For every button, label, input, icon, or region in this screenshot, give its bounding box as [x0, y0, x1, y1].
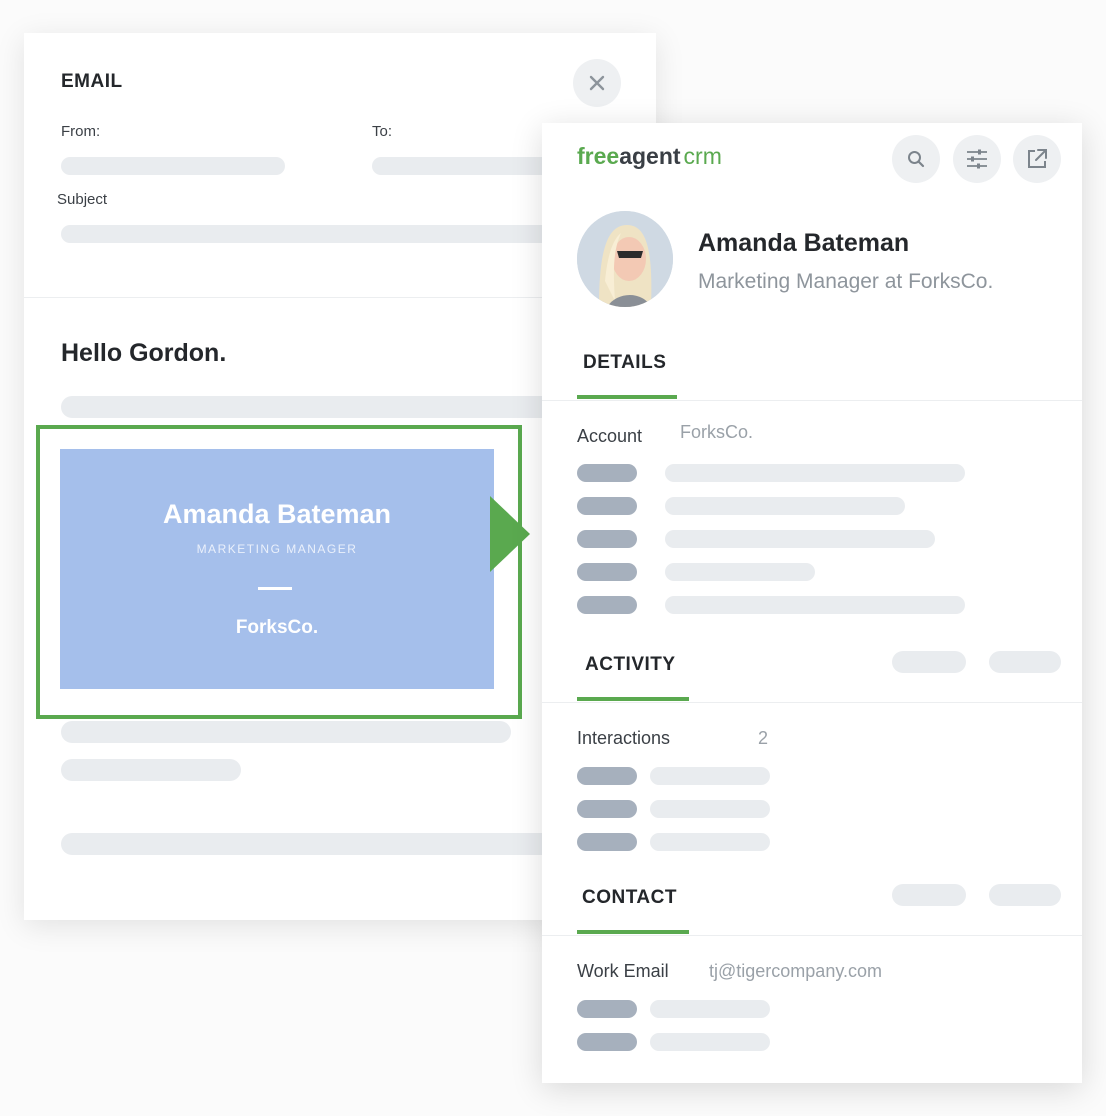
- field-value-placeholder: [650, 1033, 770, 1051]
- field-value-placeholder: [665, 464, 965, 482]
- interactions-count: 2: [758, 728, 769, 748]
- body-line: [61, 759, 241, 781]
- card-divider: [258, 587, 292, 590]
- field-value-placeholder: [665, 596, 965, 614]
- contact-underline: [577, 930, 689, 934]
- arrow-right-icon: [490, 496, 530, 572]
- business-card: Amanda Bateman MARKETING MANAGER ForksCo…: [60, 449, 494, 689]
- work-email-value[interactable]: tj@tigercompany.com: [709, 961, 882, 982]
- field-value-placeholder: [665, 497, 905, 515]
- field-value-placeholder: [665, 530, 935, 548]
- tab-contact[interactable]: CONTACT: [582, 887, 677, 909]
- crm-panel: freeagent crm Amanda Bateman Marketing M…: [542, 123, 1082, 1083]
- contact-action-placeholder[interactable]: [892, 884, 966, 906]
- close-button[interactable]: [573, 59, 621, 107]
- field-value-placeholder: [650, 800, 770, 818]
- sliders-icon: [967, 149, 987, 169]
- field-value-placeholder: [650, 833, 770, 851]
- subject-field[interactable]: [61, 225, 572, 243]
- open-external-button[interactable]: [1013, 135, 1061, 183]
- field-label-placeholder: [577, 833, 637, 851]
- activity-divider: [542, 702, 1082, 703]
- field-label-placeholder: [577, 497, 637, 515]
- from-label: From:: [61, 123, 101, 140]
- card-role: MARKETING MANAGER: [196, 542, 358, 556]
- field-label-placeholder: [577, 767, 637, 785]
- from-field[interactable]: [61, 157, 285, 175]
- field-label-placeholder: [577, 596, 637, 614]
- details-divider: [542, 400, 1082, 401]
- to-label: To:: [372, 123, 393, 140]
- field-label-placeholder: [577, 1000, 637, 1018]
- field-label-placeholder: [577, 800, 637, 818]
- close-icon: [589, 75, 605, 91]
- field-label-placeholder: [577, 530, 637, 548]
- card-highlight-frame: Amanda Bateman MARKETING MANAGER ForksCo…: [36, 425, 522, 719]
- email-greeting: Hello Gordon.: [61, 339, 227, 367]
- tab-activity[interactable]: ACTIVITY: [585, 654, 676, 676]
- contact-divider: [542, 935, 1082, 936]
- freeagent-logo: freeagent crm: [577, 143, 722, 169]
- card-company: ForksCo.: [235, 617, 319, 638]
- activity-action-placeholder[interactable]: [892, 651, 966, 673]
- email-title: EMAIL: [61, 71, 123, 92]
- avatar: [577, 211, 673, 307]
- body-line: [61, 721, 511, 743]
- field-label-placeholder: [577, 1033, 637, 1051]
- external-link-icon: [1028, 149, 1047, 168]
- card-name: Amanda Bateman: [162, 499, 392, 529]
- details-underline: [577, 395, 677, 399]
- activity-action-placeholder[interactable]: [989, 651, 1061, 673]
- work-email-label: Work Email: [577, 961, 669, 981]
- interactions-label: Interactions: [577, 728, 671, 748]
- body-line: [61, 833, 572, 855]
- search-icon: [908, 151, 925, 168]
- contact-name: Amanda Bateman: [698, 229, 910, 257]
- body-line: [61, 396, 572, 418]
- field-value-placeholder: [650, 767, 770, 785]
- account-value: ForksCo.: [680, 422, 754, 442]
- contact-title: Marketing Manager at ForksCo.: [698, 270, 994, 293]
- tab-details[interactable]: DETAILS: [583, 352, 666, 374]
- field-value-placeholder: [665, 563, 815, 581]
- field-label-placeholder: [577, 563, 637, 581]
- filter-button[interactable]: [953, 135, 1001, 183]
- activity-underline: [577, 697, 689, 701]
- contact-action-placeholder[interactable]: [989, 884, 1061, 906]
- account-label: Account: [577, 426, 643, 446]
- subject-label: Subject: [57, 191, 108, 208]
- field-label-placeholder: [577, 464, 637, 482]
- search-button[interactable]: [892, 135, 940, 183]
- field-value-placeholder: [650, 1000, 770, 1018]
